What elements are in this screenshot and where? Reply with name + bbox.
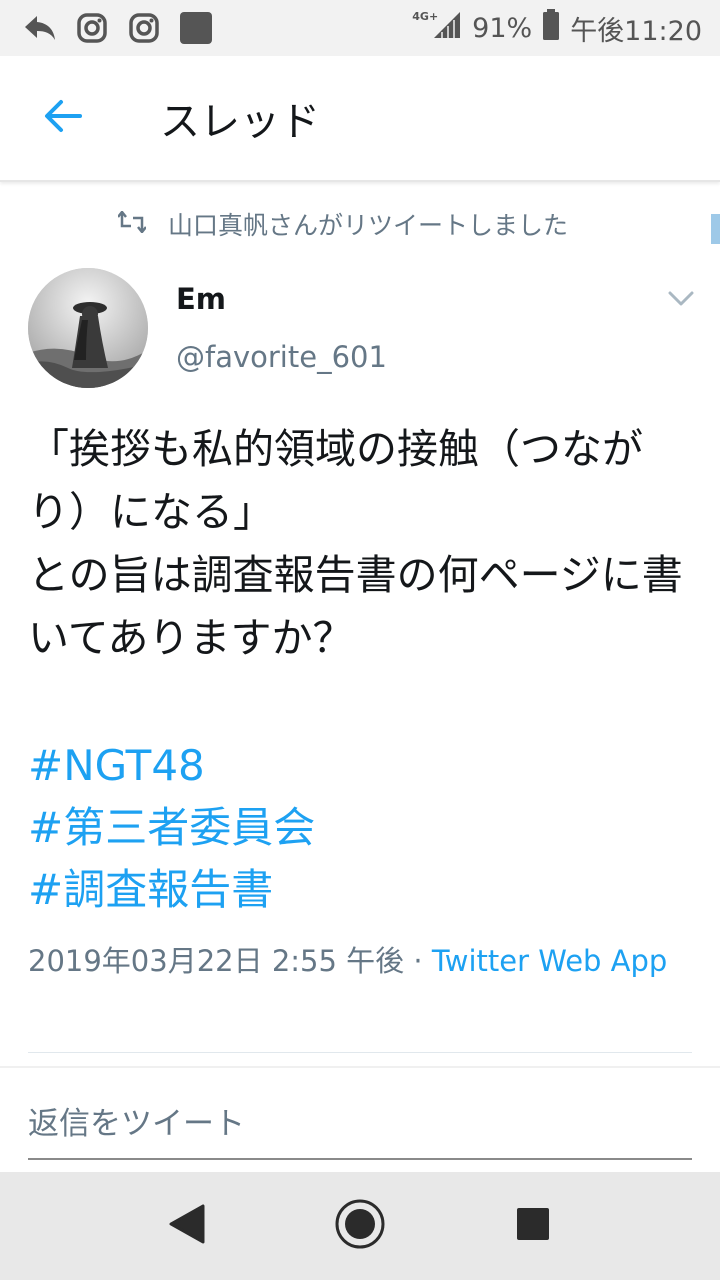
- display-name[interactable]: Em: [176, 282, 226, 316]
- reply-input-underline: [28, 1158, 692, 1160]
- back-arrow-icon: [43, 99, 83, 137]
- tweet-timestamp[interactable]: 2019年03月22日 2:55 午後 ·: [28, 944, 432, 978]
- hashtag-link[interactable]: #NGT48: [28, 735, 692, 797]
- nav-back-button[interactable]: [152, 1191, 222, 1261]
- app-header: スレッド: [0, 56, 720, 182]
- triangle-back-icon: [167, 1202, 207, 1250]
- system-nav-bar: [0, 1172, 720, 1280]
- scrollbar[interactable]: [711, 214, 720, 244]
- tweet-text: 「挨拶も私的領域の接触（つながり）になる」 との旨は調査報告書の何ページに書いて…: [28, 425, 683, 662]
- instagram-icon: [74, 10, 110, 46]
- status-bar: 4G+ 91% 午後11:20: [0, 0, 720, 56]
- tweet-menu-button[interactable]: [664, 286, 698, 316]
- square-recents-icon: [515, 1206, 551, 1246]
- nav-recents-button[interactable]: [498, 1191, 568, 1261]
- retweet-icon: [117, 209, 147, 239]
- divider: [28, 1052, 692, 1053]
- retweet-context-text: 山口真帆さんがリツイートしました: [168, 211, 569, 240]
- back-button[interactable]: [28, 83, 98, 153]
- screen: 4G+ 91% 午後11:20 スレッド 山口真帆さんがリツイートしました Em…: [0, 0, 720, 1280]
- divider: [0, 1066, 720, 1068]
- nav-home-button[interactable]: [325, 1191, 395, 1261]
- page-title: スレッド: [160, 99, 320, 145]
- user-handle[interactable]: @favorite_601: [176, 340, 387, 374]
- home-circle-icon: [334, 1198, 386, 1254]
- hashtag-link[interactable]: #調査報告書: [28, 859, 692, 921]
- tweet-source-link[interactable]: Twitter Web App: [432, 944, 668, 978]
- tweet-meta: 2019年03月22日 2:55 午後 · Twitter Web App: [28, 938, 668, 984]
- chevron-down-icon: [668, 291, 694, 311]
- retweet-context[interactable]: 山口真帆さんがリツイートしました: [117, 204, 569, 244]
- network-type: 4G+: [412, 9, 439, 23]
- status-left-icons: [22, 10, 214, 46]
- clock: 午後11:20: [570, 15, 702, 47]
- reply-arrow-icon: [22, 10, 58, 46]
- avatar[interactable]: [28, 268, 148, 388]
- battery-percent: 91%: [472, 12, 533, 44]
- battery-icon: [542, 8, 560, 48]
- reply-input[interactable]: 返信をツイート: [28, 1098, 692, 1144]
- hashtag-link[interactable]: #第三者委員会: [28, 797, 692, 859]
- instagram-icon: [126, 10, 162, 46]
- notification-square-icon: [178, 10, 214, 46]
- status-right: 4G+ 91% 午後11:20: [412, 8, 702, 48]
- hashtag-list: #NGT48 #第三者委員会 #調査報告書: [28, 735, 692, 921]
